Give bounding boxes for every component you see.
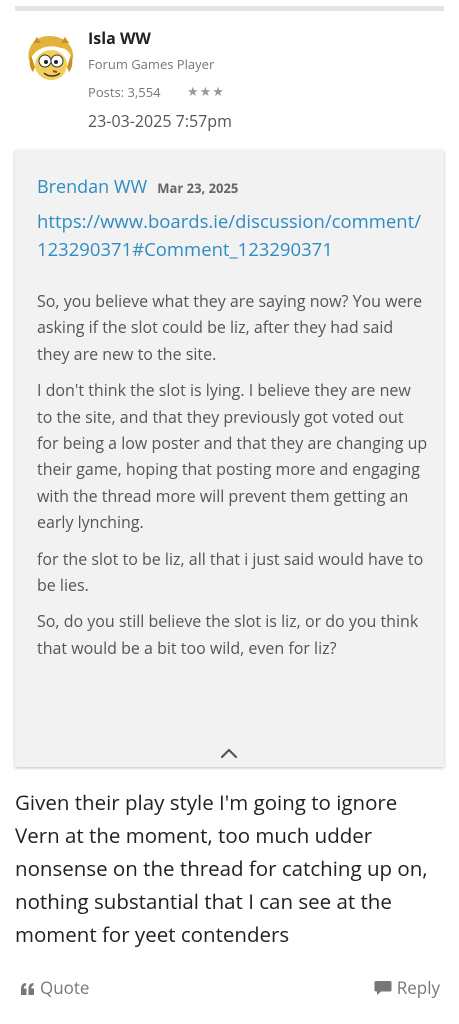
speech-bubble-icon (374, 978, 392, 1001)
separator (15, 6, 444, 11)
reply-button-label: Reply (396, 976, 440, 999)
avatar-image (23, 31, 79, 87)
post-author: Isla WW Forum Games Player Posts: 3,554 … (23, 28, 443, 138)
quote-marks-icon (20, 978, 35, 1001)
quote-button[interactable]: Quote (20, 976, 89, 1001)
quote-header: Brendan WW Mar 23, 2025 (37, 176, 238, 198)
quote-paragraph: So, do you still believe the slot is liz… (37, 610, 419, 659)
quote-body: So, you believe what they are saying now… (37, 288, 429, 671)
reply-button[interactable]: Reply (374, 976, 440, 1001)
quote-block: Brendan WW Mar 23, 2025 https://www.boar… (15, 150, 444, 767)
post-date[interactable]: 23-03-2025 7:57pm (88, 110, 232, 132)
quote-paragraph: I don't think the slot is lying. I belie… (37, 379, 428, 534)
post-actions: Quote Reply (0, 972, 459, 1004)
avatar[interactable] (23, 31, 79, 87)
post-body: Given their play style I'm going to igno… (15, 789, 428, 949)
quote-date: Mar 23, 2025 (157, 179, 239, 197)
collapse-quote-button[interactable] (219, 743, 239, 759)
quote-author-link[interactable]: Brendan WW (37, 175, 147, 199)
author-post-count: Posts: 3,554 (88, 83, 161, 101)
author-rank: Forum Games Player (88, 55, 215, 73)
chevron-up-icon (220, 748, 238, 759)
quote-paragraph: So, you believe what they are saying now… (37, 290, 423, 365)
author-rank-stars: ★★★ (187, 82, 225, 100)
author-name[interactable]: Isla WW (88, 28, 151, 48)
quote-button-label: Quote (40, 976, 90, 999)
quote-source-link[interactable]: https://www.boards.ie/discussion/comment… (37, 208, 427, 264)
quote-paragraph: for the slot to be liz, all that i just … (37, 547, 424, 597)
